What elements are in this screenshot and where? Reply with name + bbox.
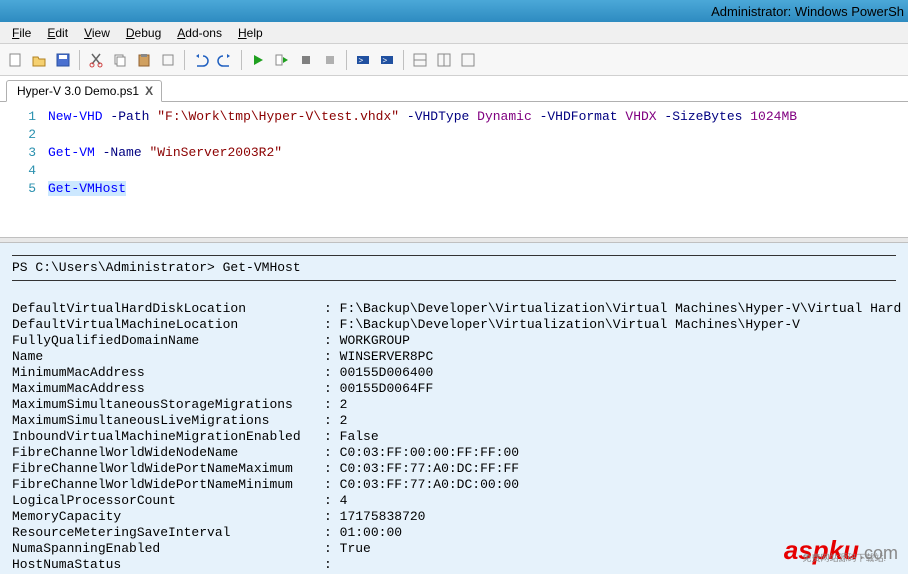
line-number: 4 — [0, 162, 48, 180]
divider — [12, 280, 896, 281]
cut-button[interactable] — [85, 49, 107, 71]
menu-view[interactable]: View — [76, 24, 118, 42]
tab-label: Hyper-V 3.0 Demo.ps1 — [17, 84, 139, 98]
toolbar: >_ >_ — [0, 44, 908, 76]
layout-top-button[interactable] — [409, 49, 431, 71]
new-remote-button[interactable]: >_ — [352, 49, 374, 71]
script-editor[interactable]: 1 New-VHD -Path "F:\Work\tmp\Hyper-V\tes… — [0, 102, 908, 237]
open-button[interactable] — [28, 49, 50, 71]
separator — [184, 50, 185, 70]
layout-side-button[interactable] — [433, 49, 455, 71]
code-line[interactable]: Get-VM -Name "WinServer2003R2" — [48, 144, 282, 162]
new-button[interactable] — [4, 49, 26, 71]
copy-button[interactable] — [109, 49, 131, 71]
console-pane[interactable]: PS C:\Users\Administrator> Get-VMHost De… — [0, 243, 908, 574]
code-line[interactable]: Get-VMHost — [48, 180, 126, 198]
titlebar: Administrator: Windows PowerSh — [0, 0, 908, 22]
divider — [12, 255, 896, 256]
run-button[interactable] — [247, 49, 269, 71]
redo-button[interactable] — [214, 49, 236, 71]
menubar: File Edit View Debug Add-ons Help — [0, 22, 908, 44]
menu-file[interactable]: File — [4, 24, 39, 42]
line-number: 5 — [0, 180, 48, 198]
separator — [403, 50, 404, 70]
undo-button[interactable] — [190, 49, 212, 71]
svg-text:>_: >_ — [382, 56, 392, 65]
window-title: Administrator: Windows PowerSh — [711, 4, 904, 19]
watermark: aspku.com 免费网站源码下载站! — [784, 535, 898, 566]
run-selection-button[interactable] — [271, 49, 293, 71]
stop-button[interactable] — [295, 49, 317, 71]
svg-text:>_: >_ — [358, 56, 368, 65]
separator — [346, 50, 347, 70]
powershell-button[interactable]: >_ — [376, 49, 398, 71]
separator — [79, 50, 80, 70]
save-button[interactable] — [52, 49, 74, 71]
menu-edit[interactable]: Edit — [39, 24, 76, 42]
separator — [241, 50, 242, 70]
console-output: DefaultVirtualHardDiskLocation : F:\Back… — [12, 301, 896, 574]
line-number: 2 — [0, 126, 48, 144]
watermark-subtitle: 免费网站源码下载站! — [802, 551, 886, 564]
menu-debug[interactable]: Debug — [118, 24, 169, 42]
console-prompt: PS C:\Users\Administrator> Get-VMHost — [12, 260, 896, 276]
menu-addons[interactable]: Add-ons — [169, 24, 230, 42]
line-number: 3 — [0, 144, 48, 162]
line-number: 1 — [0, 108, 48, 126]
layout-max-button[interactable] — [457, 49, 479, 71]
tab-script[interactable]: Hyper-V 3.0 Demo.ps1 X — [6, 80, 162, 102]
paste-button[interactable] — [133, 49, 155, 71]
tab-strip: Hyper-V 3.0 Demo.ps1 X — [0, 76, 908, 102]
stop-debug-button[interactable] — [319, 49, 341, 71]
code-line[interactable]: New-VHD -Path "F:\Work\tmp\Hyper-V\test.… — [48, 108, 797, 126]
clear-button[interactable] — [157, 49, 179, 71]
tab-close-button[interactable]: X — [145, 84, 153, 98]
menu-help[interactable]: Help — [230, 24, 271, 42]
